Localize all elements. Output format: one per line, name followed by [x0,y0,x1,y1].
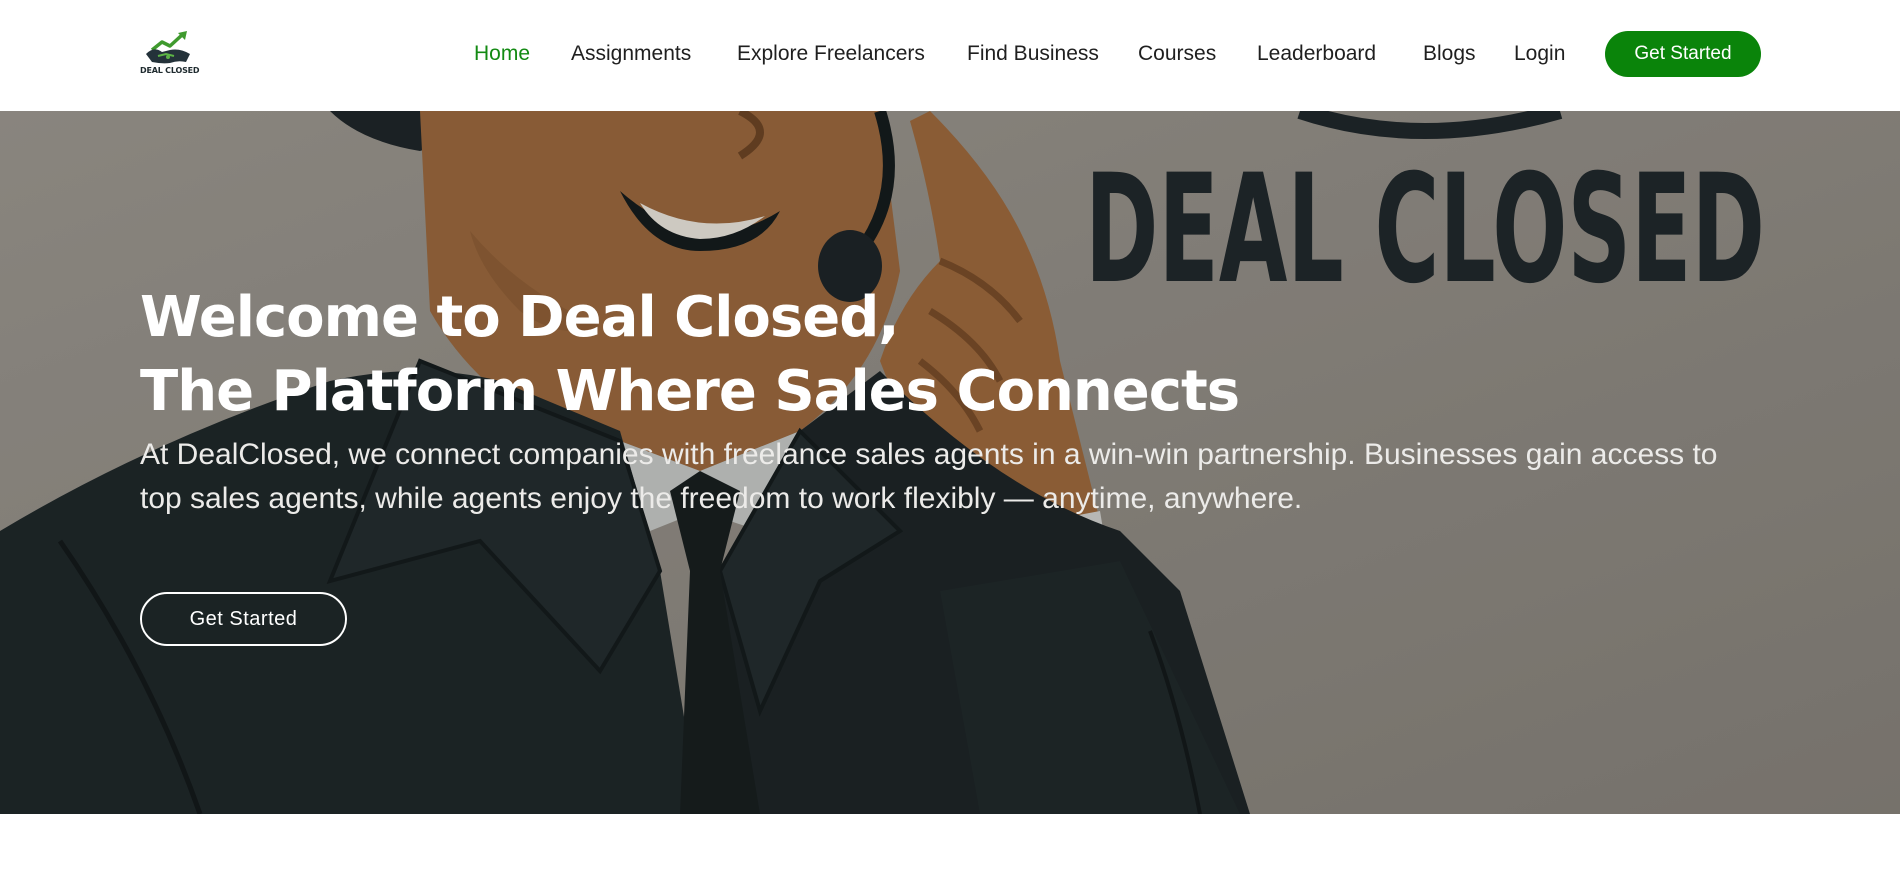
brand-logo[interactable]: DEAL CLOSED [140,30,200,80]
hero-description: At DealClosed, we connect companies with… [140,438,1718,515]
hero-section: DEAL CLOSED Welcome to Deal Closed, The … [0,111,1900,814]
hero-title-line-1: Welcome to Deal Closed, [140,285,900,350]
nav-leaderboard[interactable]: Leaderboard [1257,40,1376,68]
page-content-below-hero [0,814,1900,870]
header-get-started-button[interactable]: Get Started [1605,31,1761,77]
nav-courses[interactable]: Courses [1138,40,1216,68]
logo-text: DEAL CLOSED [140,66,200,75]
nav-assignments[interactable]: Assignments [571,40,691,68]
site-header: DEAL CLOSED Home Assignments Explore Fre… [0,0,1900,111]
nav-login[interactable]: Login [1514,40,1565,68]
hero-get-started-button[interactable]: Get Started [140,592,347,646]
hero-title: Welcome to Deal Closed, The Platform Whe… [140,281,1540,429]
handshake-chart-logo-icon [146,31,190,64]
nav-home[interactable]: Home [474,40,530,68]
nav-find-business[interactable]: Find Business [967,40,1099,68]
nav-blogs[interactable]: Blogs [1423,40,1476,68]
hero-title-line-2: The Platform Where Sales Connects [140,359,1240,424]
nav-explore-freelancers[interactable]: Explore Freelancers [737,40,925,68]
